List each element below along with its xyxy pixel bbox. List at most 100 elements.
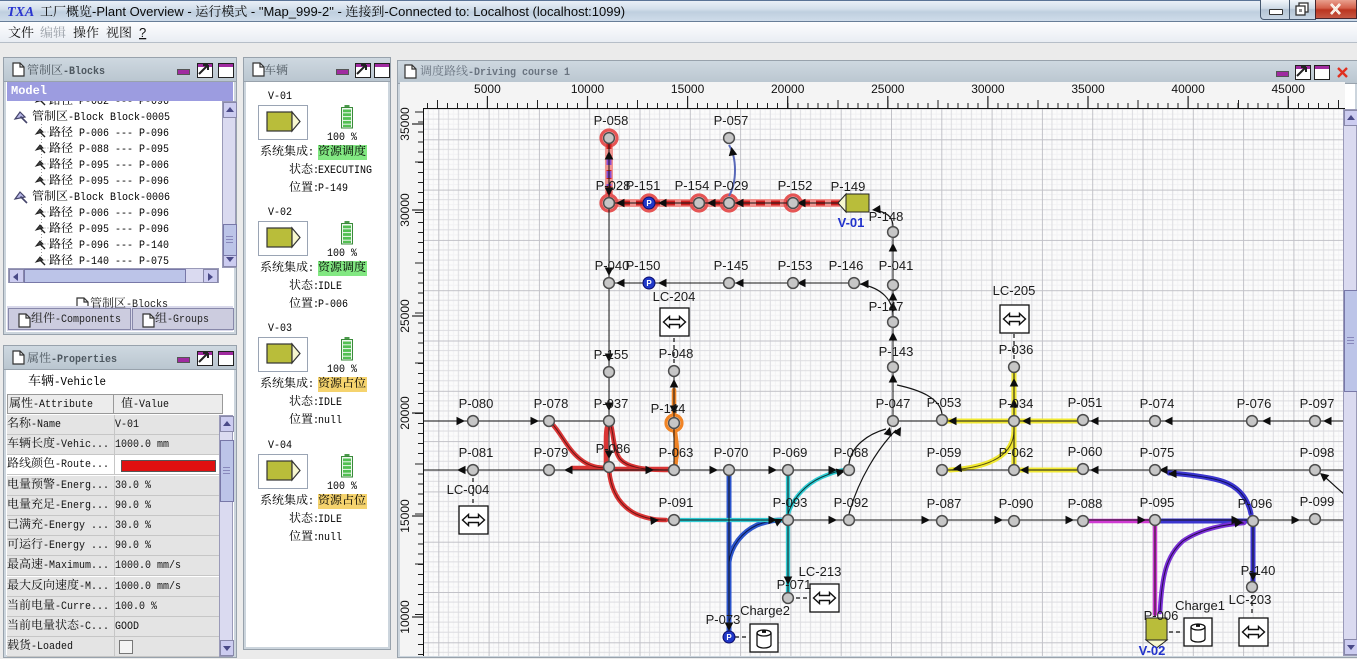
svg-text:P-078: P-078 [534, 396, 569, 411]
svg-text:-Energy ...: -Energy ... [43, 520, 109, 532]
svg-text:P-146: P-146 [829, 258, 864, 273]
svg-text:P: P [646, 199, 652, 208]
svg-text:P-059: P-059 [927, 445, 962, 460]
svg-text:P-155: P-155 [594, 347, 629, 362]
svg-text:V-01: V-01 [268, 91, 292, 103]
svg-text:P-095: P-095 [1140, 495, 1175, 510]
svg-text:20000: 20000 [398, 396, 412, 430]
svg-text:P-075: P-075 [1140, 445, 1175, 460]
svg-text:null: null [318, 532, 342, 544]
svg-text:-M...: -M... [79, 581, 109, 593]
svg-text:P-062: P-062 [999, 445, 1034, 460]
svg-text:1000.0 mm: 1000.0 mm [115, 439, 169, 451]
svg-text::: : [308, 147, 314, 159]
svg-text:25000: 25000 [398, 299, 412, 333]
svg-text:P-093: P-093 [773, 495, 808, 510]
svg-text:-Energy ...: -Energy ... [43, 540, 109, 552]
svg-text:P-058: P-058 [594, 113, 629, 128]
svg-text:IDLE: IDLE [318, 514, 342, 526]
svg-text:P-081: P-081 [459, 445, 494, 460]
svg-text:- "Map_999-2" -: - "Map_999-2" - [247, 4, 345, 19]
svg-text:P-076: P-076 [1237, 396, 1272, 411]
svg-text:P-036: P-036 [999, 342, 1034, 357]
svg-text:-Vehic...: -Vehic... [55, 439, 109, 451]
svg-text:LC-205: LC-205 [993, 283, 1036, 298]
svg-text::: : [308, 379, 314, 391]
svg-text:90.0 %: 90.0 % [115, 500, 151, 512]
svg-text:P-040: P-040 [595, 258, 630, 273]
svg-text:15000: 15000 [398, 499, 412, 533]
svg-text:1000.0 mm/s: 1000.0 mm/s [115, 560, 181, 572]
svg-text:10000: 10000 [571, 82, 605, 96]
svg-text:P-047: P-047 [876, 396, 911, 411]
svg-text:P-154: P-154 [675, 178, 710, 193]
svg-text:P-086: P-086 [596, 441, 631, 456]
svg-text:P-149: P-149 [831, 179, 866, 194]
svg-text:P-150: P-150 [626, 258, 661, 273]
svg-text:-Groups: -Groups [167, 314, 209, 326]
svg-text:P-145: P-145 [714, 258, 749, 273]
svg-text:-Connected to: Localhost (loca: -Connected to: Localhost (localhost:1099… [384, 4, 625, 19]
svg-text:P-068: P-068 [834, 445, 869, 460]
svg-text:LC-203: LC-203 [1229, 592, 1272, 607]
svg-text:P-096: P-096 [1238, 496, 1273, 511]
svg-text:P-143: P-143 [879, 344, 914, 359]
svg-text:P-006: P-006 [318, 299, 348, 311]
svg-text:IDLE: IDLE [318, 281, 342, 293]
svg-text:P-051: P-051 [1068, 395, 1103, 410]
svg-text:P-034: P-034 [999, 396, 1034, 411]
svg-text:-Energ...: -Energ... [55, 480, 109, 492]
svg-text:P: P [726, 633, 732, 642]
svg-text:P-147: P-147 [869, 299, 904, 314]
svg-text:100 %: 100 % [327, 481, 357, 493]
svg-text:EXECUTING: EXECUTING [318, 165, 372, 177]
svg-text:P: P [646, 279, 652, 288]
svg-text:P-148: P-148 [869, 209, 904, 224]
svg-text:-Properties: -Properties [51, 354, 117, 366]
svg-text:P-098: P-098 [1300, 445, 1335, 460]
svg-text:LC-204: LC-204 [653, 289, 696, 304]
svg-text:-Plant Overview -: -Plant Overview - [92, 4, 195, 19]
svg-text:100 %: 100 % [327, 364, 357, 376]
svg-text:30000: 30000 [398, 193, 412, 227]
svg-text:40000: 40000 [1171, 82, 1205, 96]
svg-text:P-057: P-057 [714, 113, 749, 128]
svg-text:P-053: P-053 [927, 395, 962, 410]
svg-text:P-097: P-097 [1300, 396, 1335, 411]
svg-text:35000: 35000 [398, 107, 412, 141]
svg-text:100 %: 100 % [327, 132, 357, 144]
svg-text:null: null [318, 415, 342, 427]
svg-text:100.0 %: 100.0 % [115, 601, 157, 613]
svg-text:P-037: P-037 [594, 396, 629, 411]
svg-text:30.0 %: 30.0 % [115, 520, 151, 532]
svg-text:-C...: -C... [79, 621, 109, 633]
svg-text:Charge2: Charge2 [740, 603, 790, 618]
svg-text:LC-213: LC-213 [799, 564, 842, 579]
svg-text:1000.0 mm/s: 1000.0 mm/s [115, 581, 181, 593]
svg-text:P-149: P-149 [318, 183, 348, 195]
svg-text:100 %: 100 % [327, 248, 357, 260]
svg-text:-Attribute: -Attribute [33, 399, 93, 411]
svg-text:-Components: -Components [55, 314, 121, 326]
svg-text:V-01: V-01 [838, 215, 865, 230]
svg-text:-Value: -Value [133, 399, 169, 411]
svg-text:?: ? [139, 26, 146, 40]
svg-text:-Loaded: -Loaded [31, 641, 73, 653]
svg-text:35000: 35000 [1071, 82, 1105, 96]
svg-text:IDLE: IDLE [318, 397, 342, 409]
svg-text:20000: 20000 [771, 82, 805, 96]
svg-text:P-071: P-071 [777, 577, 812, 592]
svg-text::: : [308, 263, 314, 275]
svg-text:P-151: P-151 [626, 178, 661, 193]
svg-text:P-140: P-140 [1241, 563, 1276, 578]
svg-text:-Name: -Name [31, 419, 61, 431]
svg-text:P-091: P-091 [659, 495, 694, 510]
svg-text:30.0 %: 30.0 % [115, 480, 151, 492]
svg-text:P-073: P-073 [706, 612, 741, 627]
svg-text:P-092: P-092 [834, 495, 869, 510]
svg-text:V-04: V-04 [268, 440, 292, 452]
svg-text:P-090: P-090 [999, 496, 1034, 511]
svg-text:LC-004: LC-004 [447, 482, 490, 497]
svg-text:P-074: P-074 [1140, 396, 1175, 411]
svg-text:P-080: P-080 [459, 396, 494, 411]
